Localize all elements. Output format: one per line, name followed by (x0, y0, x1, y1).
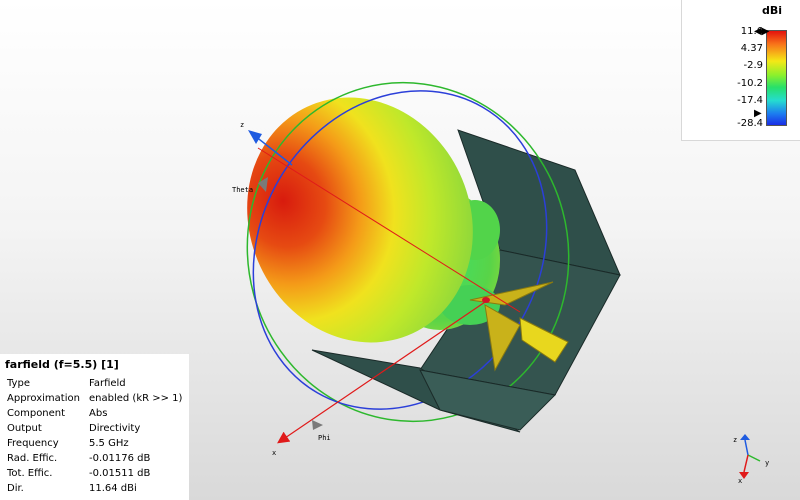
feed-point (482, 297, 490, 303)
colorbar-max-marker-icon[interactable]: ◀▶ (754, 26, 769, 37)
info-row: Tot. Effic. -0.01511 dB (7, 468, 151, 479)
info-row: Rad. Effic. -0.01176 dB (7, 453, 151, 464)
info-row: Output Directivity (7, 423, 141, 434)
colorbar-tick-min: -28.4 (737, 118, 763, 129)
x-axis-label: x (272, 449, 276, 457)
z-axis-arrowhead (248, 130, 262, 144)
colorbar-tick: 4.37 (740, 43, 763, 54)
colorbar-gradient (766, 30, 787, 126)
info-row: Approximation enabled (kR >> 1) (7, 393, 183, 404)
triad-y-label: y (765, 459, 769, 467)
colorbar-tick: -10.2 (737, 78, 763, 89)
z-axis-label: z (240, 121, 244, 129)
info-row: Dir. 11.64 dBi (7, 483, 137, 494)
colorbar-legend: dBi 11.6 4.37 -2.9 -10.2 -17.4 -28.4 ◀▶ … (681, 0, 800, 141)
colorbar-min-marker-icon[interactable]: ▶ (754, 108, 762, 119)
info-row: Component Abs (7, 408, 108, 419)
triad-x-label: x (738, 477, 742, 485)
phi-label: Phi (318, 434, 331, 442)
phi-arrowhead (312, 420, 323, 430)
colorbar-tick: -17.4 (737, 95, 763, 106)
orientation-triad: z y x (733, 434, 769, 485)
colorbar-tick: -2.9 (743, 60, 763, 71)
theta-label: Theta (232, 186, 253, 194)
farfield-info-panel: farfield (f=5.5) [1] Type Farfield Approx… (0, 354, 189, 500)
triad-z-label: z (733, 436, 737, 444)
colorbar-unit: dBi (762, 4, 783, 17)
info-title: farfield (f=5.5) [1] (5, 358, 119, 371)
info-row: Type Farfield (7, 378, 126, 389)
info-row: Frequency 5.5 GHz (7, 438, 129, 449)
